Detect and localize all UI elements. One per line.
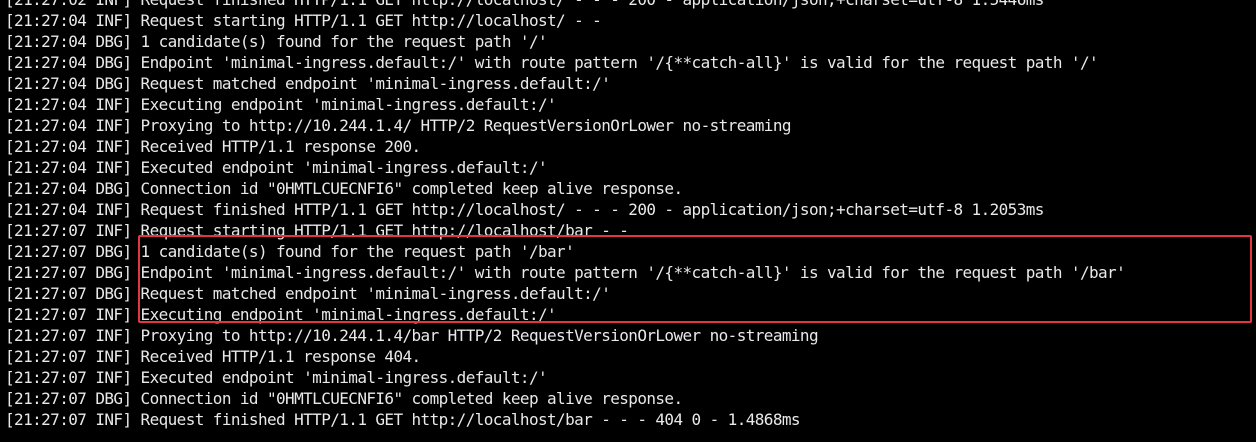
log-message: Request starting HTTP/1.1 GET http://loc… <box>140 221 629 240</box>
log-line: [21:27:07 INF] Executed endpoint 'minima… <box>5 367 1256 388</box>
log-line: [21:27:04 INF] Proxying to http://10.244… <box>5 115 1256 136</box>
log-timestamp: [21:27:07 <box>5 368 87 387</box>
log-line: [21:27:04 INF] Received HTTP/1.1 respons… <box>5 136 1256 157</box>
log-level: DBG] <box>95 242 132 261</box>
log-line: [21:27:04 INF] Request finished HTTP/1.1… <box>5 199 1256 220</box>
log-message: Proxying to http://10.244.1.4/ HTTP/2 Re… <box>140 116 792 135</box>
log-timestamp: [21:27:07 <box>5 326 87 345</box>
log-message: Received HTTP/1.1 response 404. <box>140 347 422 366</box>
log-level: INF] <box>95 116 132 135</box>
log-output[interactable]: [21:27:02 INF] Request finished HTTP/1.1… <box>5 0 1256 430</box>
log-timestamp: [21:27:07 <box>5 263 87 282</box>
log-line: [21:27:07 DBG] Request matched endpoint … <box>5 283 1256 304</box>
log-line: [21:27:07 INF] Proxying to http://10.244… <box>5 325 1256 346</box>
log-line: [21:27:07 DBG] Endpoint 'minimal-ingress… <box>5 262 1256 283</box>
log-level: INF] <box>95 137 132 156</box>
log-message: Executed endpoint 'minimal-ingress.defau… <box>140 158 548 177</box>
log-line: [21:27:07 INF] Received HTTP/1.1 respons… <box>5 346 1256 367</box>
log-level: INF] <box>95 221 132 240</box>
log-timestamp: [21:27:07 <box>5 284 87 303</box>
log-timestamp: [21:27:07 <box>5 221 87 240</box>
log-message: 1 candidate(s) found for the request pat… <box>140 242 575 261</box>
log-message: Connection id "0HMTLCUECNFI6" completed … <box>140 389 684 408</box>
log-line: [21:27:04 DBG] Request matched endpoint … <box>5 73 1256 94</box>
log-timestamp: [21:27:04 <box>5 95 87 114</box>
log-level: DBG] <box>95 284 132 303</box>
log-timestamp: [21:27:07 <box>5 347 87 366</box>
log-line: [21:27:04 DBG] Connection id "0HMTLCUECN… <box>5 178 1256 199</box>
log-line: [21:27:07 INF] Executing endpoint 'minim… <box>5 304 1256 325</box>
log-message: 1 candidate(s) found for the request pat… <box>140 32 548 51</box>
log-message: Request matched endpoint 'minimal-ingres… <box>140 284 611 303</box>
log-message: Executed endpoint 'minimal-ingress.defau… <box>140 368 548 387</box>
log-message: Endpoint 'minimal-ingress.default:/' wit… <box>140 53 1099 72</box>
log-message: Request finished HTTP/1.1 GET http://loc… <box>140 200 1045 219</box>
log-timestamp: [21:27:04 <box>5 137 87 156</box>
log-level: DBG] <box>95 74 132 93</box>
log-line: [21:27:07 DBG] 1 candidate(s) found for … <box>5 241 1256 262</box>
log-line: [21:27:07 INF] Request starting HTTP/1.1… <box>5 220 1256 241</box>
log-timestamp: [21:27:04 <box>5 116 87 135</box>
log-level: INF] <box>95 0 132 9</box>
log-level: INF] <box>95 305 132 324</box>
log-level: DBG] <box>95 32 132 51</box>
log-message: Endpoint 'minimal-ingress.default:/' wit… <box>140 263 1126 282</box>
log-timestamp: [21:27:07 <box>5 242 87 261</box>
log-level: DBG] <box>95 179 132 198</box>
log-line: [21:27:07 DBG] Connection id "0HMTLCUECN… <box>5 388 1256 409</box>
log-timestamp: [21:27:04 <box>5 74 87 93</box>
log-level: INF] <box>95 158 132 177</box>
log-level: DBG] <box>95 53 132 72</box>
log-line: [21:27:02 INF] Request finished HTTP/1.1… <box>5 0 1256 10</box>
log-line: [21:27:04 INF] Request starting HTTP/1.1… <box>5 10 1256 31</box>
log-line: [21:27:04 DBG] 1 candidate(s) found for … <box>5 31 1256 52</box>
log-message: Received HTTP/1.1 response 200. <box>140 137 422 156</box>
log-message: Request finished HTTP/1.1 GET http://loc… <box>141 0 1045 9</box>
log-timestamp: [21:27:04 <box>5 200 87 219</box>
log-level: INF] <box>95 200 132 219</box>
log-timestamp: [21:27:02 <box>5 0 87 9</box>
log-message: Executing endpoint 'minimal-ingress.defa… <box>140 305 557 324</box>
log-level: DBG] <box>95 263 132 282</box>
log-message: Connection id "0HMTLCUECNFI6" completed … <box>140 179 684 198</box>
log-message: Request finished HTTP/1.1 GET http://loc… <box>140 410 801 429</box>
log-timestamp: [21:27:04 <box>5 32 87 51</box>
log-line: [21:27:04 INF] Executing endpoint 'minim… <box>5 94 1256 115</box>
log-timestamp: [21:27:04 <box>5 53 87 72</box>
log-message: Proxying to http://10.244.1.4/bar HTTP/2… <box>140 326 819 345</box>
log-message: Request matched endpoint 'minimal-ingres… <box>140 74 611 93</box>
log-level: INF] <box>95 368 132 387</box>
log-timestamp: [21:27:07 <box>5 389 87 408</box>
log-message: Request starting HTTP/1.1 GET http://loc… <box>140 11 602 30</box>
log-message: Executing endpoint 'minimal-ingress.defa… <box>140 95 557 114</box>
log-level: INF] <box>95 95 132 114</box>
log-timestamp: [21:27:07 <box>5 305 87 324</box>
log-line: [21:27:04 INF] Executed endpoint 'minima… <box>5 157 1256 178</box>
log-timestamp: [21:27:07 <box>5 410 87 429</box>
log-level: DBG] <box>95 389 132 408</box>
log-timestamp: [21:27:04 <box>5 11 87 30</box>
terminal-window[interactable]: [21:27:02 INF] Request finished HTTP/1.1… <box>0 0 1256 442</box>
log-line: [21:27:04 DBG] Endpoint 'minimal-ingress… <box>5 52 1256 73</box>
log-line: [21:27:07 INF] Request finished HTTP/1.1… <box>5 409 1256 430</box>
log-timestamp: [21:27:04 <box>5 179 87 198</box>
log-timestamp: [21:27:04 <box>5 158 87 177</box>
log-level: INF] <box>95 347 132 366</box>
log-level: INF] <box>95 11 132 30</box>
log-level: INF] <box>95 410 132 429</box>
log-level: INF] <box>95 326 132 345</box>
